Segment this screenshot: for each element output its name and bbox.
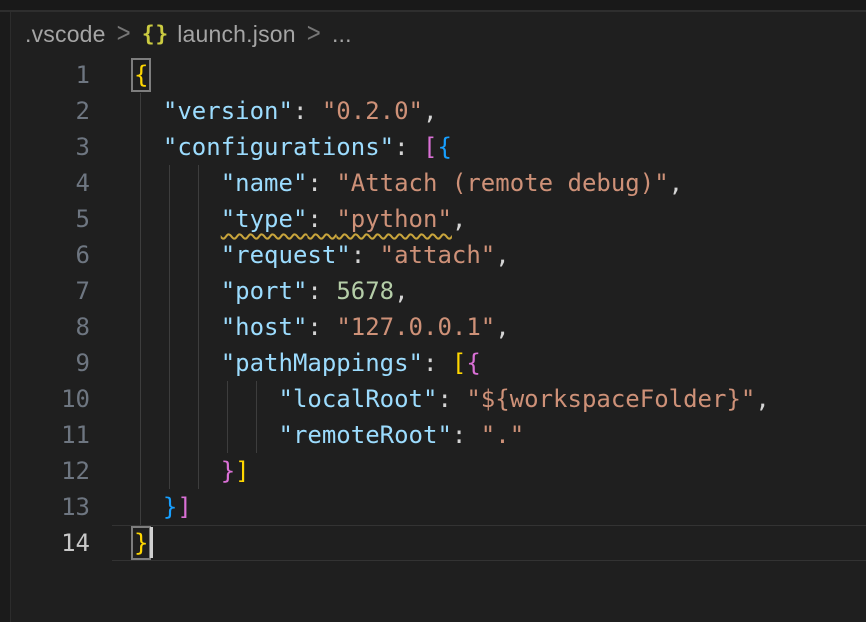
code-line-text: "localRoot": "${workspaceFolder}", — [90, 381, 770, 417]
line-number[interactable]: 7 — [11, 273, 90, 309]
code-line-text: "port": 5678, — [90, 273, 409, 309]
code-line[interactable]: 14} — [11, 525, 866, 561]
breadcrumb-file-label: launch.json — [177, 21, 296, 48]
code-line[interactable]: 5 "type": "python", — [11, 201, 866, 237]
code-line[interactable]: 4 "name": "Attach (remote debug)", — [11, 165, 866, 201]
code-line-text: "pathMappings": [{ — [90, 345, 481, 381]
code-line[interactable]: 1{ — [11, 57, 866, 93]
code-line-text: }] — [90, 489, 192, 525]
code-line[interactable]: 13 }] — [11, 489, 866, 525]
code-line-text: "host": "127.0.0.1", — [90, 309, 510, 345]
code-line[interactable]: 11 "remoteRoot": "." — [11, 417, 866, 453]
line-number[interactable]: 9 — [11, 345, 90, 381]
code-line-text: "request": "attach", — [90, 237, 510, 273]
breadcrumb-file[interactable]: {} launch.json — [142, 21, 296, 48]
code-line-text: }] — [90, 453, 250, 489]
line-number[interactable]: 13 — [11, 489, 90, 525]
matched-bracket: } — [134, 529, 148, 557]
code-line[interactable]: 2 "version": "0.2.0", — [11, 93, 866, 129]
breadcrumb-symbol-label: ... — [332, 21, 352, 48]
line-number[interactable]: 6 — [11, 237, 90, 273]
code-lines: 1{2 "version": "0.2.0",3 "configurations… — [11, 57, 866, 561]
code-line-text: "version": "0.2.0", — [90, 93, 437, 129]
code-line-text: { — [90, 57, 148, 93]
line-number[interactable]: 11 — [11, 417, 90, 453]
code-line[interactable]: 10 "localRoot": "${workspaceFolder}", — [11, 381, 866, 417]
json-file-icon: {} — [142, 22, 169, 46]
breadcrumb-folder[interactable]: .vscode — [25, 21, 106, 48]
code-line-text: "remoteRoot": "." — [90, 417, 524, 453]
line-number[interactable]: 12 — [11, 453, 90, 489]
code-line-text: "configurations": [{ — [90, 129, 452, 165]
code-editor[interactable]: 1{2 "version": "0.2.0",3 "configurations… — [11, 57, 866, 622]
code-line[interactable]: 8 "host": "127.0.0.1", — [11, 309, 866, 345]
warning-squiggle: "type": "python" — [221, 205, 452, 233]
breadcrumb-folder-label: .vscode — [25, 21, 106, 48]
code-line[interactable]: 12 }] — [11, 453, 866, 489]
line-number[interactable]: 1 — [11, 57, 90, 93]
breadcrumb: .vscode > {} launch.json > ... — [25, 20, 352, 48]
code-line[interactable]: 9 "pathMappings": [{ — [11, 345, 866, 381]
editor-left-border — [0, 0, 11, 622]
line-number[interactable]: 2 — [11, 93, 90, 129]
breadcrumb-symbol[interactable]: ... — [332, 21, 352, 48]
code-line-text: } — [90, 525, 148, 561]
text-cursor — [150, 527, 153, 558]
code-line[interactable]: 6 "request": "attach", — [11, 237, 866, 273]
code-line-text: "name": "Attach (remote debug)", — [90, 165, 683, 201]
line-number[interactable]: 4 — [11, 165, 90, 201]
code-line[interactable]: 3 "configurations": [{ — [11, 129, 866, 165]
code-line[interactable]: 7 "port": 5678, — [11, 273, 866, 309]
chevron-right-icon: > — [117, 18, 131, 50]
line-number[interactable]: 10 — [11, 381, 90, 417]
code-line-text: "type": "python", — [90, 201, 466, 237]
line-number[interactable]: 3 — [11, 129, 90, 165]
matched-bracket: { — [134, 61, 148, 89]
chevron-right-icon: > — [307, 18, 321, 50]
line-number[interactable]: 8 — [11, 309, 90, 345]
tab-bar-edge — [0, 0, 866, 12]
line-number[interactable]: 5 — [11, 201, 90, 237]
line-number[interactable]: 14 — [11, 525, 90, 561]
